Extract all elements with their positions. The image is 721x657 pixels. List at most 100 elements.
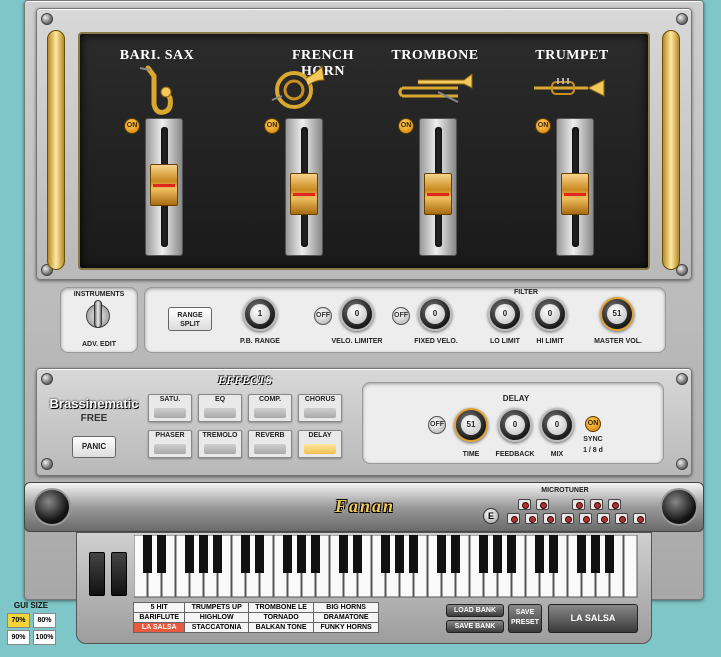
microtuner-key[interactable] xyxy=(597,513,610,524)
black-key[interactable] xyxy=(493,535,502,573)
black-key[interactable] xyxy=(479,535,488,573)
microtuner-key[interactable] xyxy=(525,513,538,524)
black-key[interactable] xyxy=(381,535,390,573)
preset-item[interactable]: BIG HORNS xyxy=(313,602,379,613)
e-button[interactable]: E xyxy=(483,508,499,524)
gui-size-90[interactable]: 90% xyxy=(7,630,30,645)
preset-item[interactable]: HIGHLOW xyxy=(184,612,249,623)
instrument-on-button-bari-sax[interactable]: ON xyxy=(124,118,140,134)
save-bank-button[interactable]: SAVE BANK xyxy=(446,620,504,633)
delay-mix-knob[interactable]: 0 xyxy=(540,408,574,442)
delay-sync-switch[interactable]: ON xyxy=(585,416,601,432)
piano-keyboard[interactable] xyxy=(134,535,638,599)
velo-limiter-knob[interactable]: 0 xyxy=(340,297,374,331)
save-preset-button[interactable]: SAVE PRESET xyxy=(508,604,542,633)
delay-feedback-knob[interactable]: 0 xyxy=(498,408,532,442)
fx-phaser-button[interactable]: PHASER xyxy=(148,430,192,458)
black-key[interactable] xyxy=(297,535,306,573)
pb-range-knob[interactable]: 1 xyxy=(243,297,277,331)
fx-tremolo-button[interactable]: TREMOLO xyxy=(198,430,242,458)
microtuner-key[interactable] xyxy=(543,513,556,524)
microtuner-key[interactable] xyxy=(507,513,520,524)
black-key[interactable] xyxy=(437,535,446,573)
lo-limit-knob[interactable]: 0 xyxy=(488,297,522,331)
preset-item[interactable]: TORNADO xyxy=(247,612,315,623)
black-key[interactable] xyxy=(395,535,404,573)
microtuner-key[interactable] xyxy=(518,499,531,510)
hi-limit-knob[interactable]: 0 xyxy=(533,297,567,331)
fx-delay-button[interactable]: DELAY xyxy=(298,430,342,458)
fader-handle[interactable] xyxy=(290,172,318,215)
black-key[interactable] xyxy=(213,535,222,573)
volume-fader-bari-sax[interactable] xyxy=(145,118,183,256)
black-key[interactable] xyxy=(535,535,544,573)
fixed-velo-knob[interactable]: 0 xyxy=(418,297,452,331)
instrument-on-button-trombone[interactable]: ON xyxy=(398,118,414,134)
black-key[interactable] xyxy=(591,535,600,573)
instruments-toggle-switch[interactable] xyxy=(83,300,113,336)
preset-item-selected[interactable]: LA SALSA xyxy=(132,622,186,633)
mod-wheel[interactable] xyxy=(111,552,127,596)
gui-size-100[interactable]: 100% xyxy=(33,630,56,645)
preset-item[interactable]: 5 HIT xyxy=(132,602,186,613)
fader-handle[interactable] xyxy=(424,172,452,215)
black-key[interactable] xyxy=(311,535,320,573)
fx-chorus-button[interactable]: CHORUS xyxy=(298,394,342,422)
preset-item[interactable]: TROMBONE LE xyxy=(247,602,315,613)
fx-saturation-button[interactable]: SATU. xyxy=(148,394,192,422)
black-key[interactable] xyxy=(185,535,194,573)
gui-size-80[interactable]: 80% xyxy=(33,613,56,628)
white-key[interactable] xyxy=(623,535,638,598)
delay-time-knob[interactable]: 51 xyxy=(454,408,488,442)
instrument-name-trombone: TROMBONE xyxy=(391,48,479,63)
black-key[interactable] xyxy=(353,535,362,573)
pitch-wheel[interactable] xyxy=(89,552,105,596)
black-key[interactable] xyxy=(199,535,208,573)
preset-item[interactable]: BALKAN TONE xyxy=(247,622,315,633)
volume-fader-french-horn[interactable] xyxy=(285,118,323,256)
microtuner-key[interactable] xyxy=(608,499,621,510)
microtuner-key[interactable] xyxy=(590,499,603,510)
gui-size-70[interactable]: 70% xyxy=(7,613,30,628)
black-key[interactable] xyxy=(241,535,250,573)
fx-eq-button[interactable]: EQ xyxy=(198,394,242,422)
microtuner-key[interactable] xyxy=(536,499,549,510)
black-key[interactable] xyxy=(157,535,166,573)
preset-item[interactable]: TRUMPETS UP xyxy=(184,602,249,613)
range-split-button[interactable]: RANGE SPLIT xyxy=(168,307,212,331)
microtuner-key[interactable] xyxy=(561,513,574,524)
fader-handle[interactable] xyxy=(150,163,178,206)
velo-limiter-switch[interactable]: OFF xyxy=(314,307,332,325)
black-key[interactable] xyxy=(549,535,558,573)
fixed-velo-switch[interactable]: OFF xyxy=(392,307,410,325)
preset-item[interactable]: DRAMATONE xyxy=(313,612,379,623)
microtuner-key[interactable] xyxy=(572,499,585,510)
black-key[interactable] xyxy=(143,535,152,573)
instrument-on-button-french-horn[interactable]: ON xyxy=(264,118,280,134)
black-key[interactable] xyxy=(339,535,348,573)
black-key[interactable] xyxy=(409,535,418,573)
delay-switch[interactable]: OFF xyxy=(428,416,446,434)
microtuner-key[interactable] xyxy=(579,513,592,524)
black-key[interactable] xyxy=(605,535,614,573)
microtuner-key[interactable] xyxy=(633,513,646,524)
load-bank-button[interactable]: LOAD BANK xyxy=(446,604,504,617)
instrument-on-button-trumpet[interactable]: ON xyxy=(535,118,551,134)
black-key[interactable] xyxy=(451,535,460,573)
volume-fader-trumpet[interactable] xyxy=(556,118,594,256)
brand-edition: FREE xyxy=(80,413,108,424)
black-key[interactable] xyxy=(255,535,264,573)
preset-item[interactable]: STACCATONIA xyxy=(184,622,249,633)
black-key[interactable] xyxy=(577,535,586,573)
preset-item[interactable]: FUNKY HORNS xyxy=(313,622,379,633)
black-key[interactable] xyxy=(283,535,292,573)
volume-fader-trombone[interactable] xyxy=(419,118,457,256)
master-vol-knob[interactable]: 51 xyxy=(600,297,634,331)
panic-button[interactable]: PANIC xyxy=(72,436,116,458)
fader-handle[interactable] xyxy=(561,172,589,215)
preset-item[interactable]: BARIFLUTE xyxy=(132,612,186,623)
fx-comp-button[interactable]: COMP. xyxy=(248,394,292,422)
black-key[interactable] xyxy=(507,535,516,573)
microtuner-key[interactable] xyxy=(615,513,628,524)
fx-reverb-button[interactable]: REVERB xyxy=(248,430,292,458)
